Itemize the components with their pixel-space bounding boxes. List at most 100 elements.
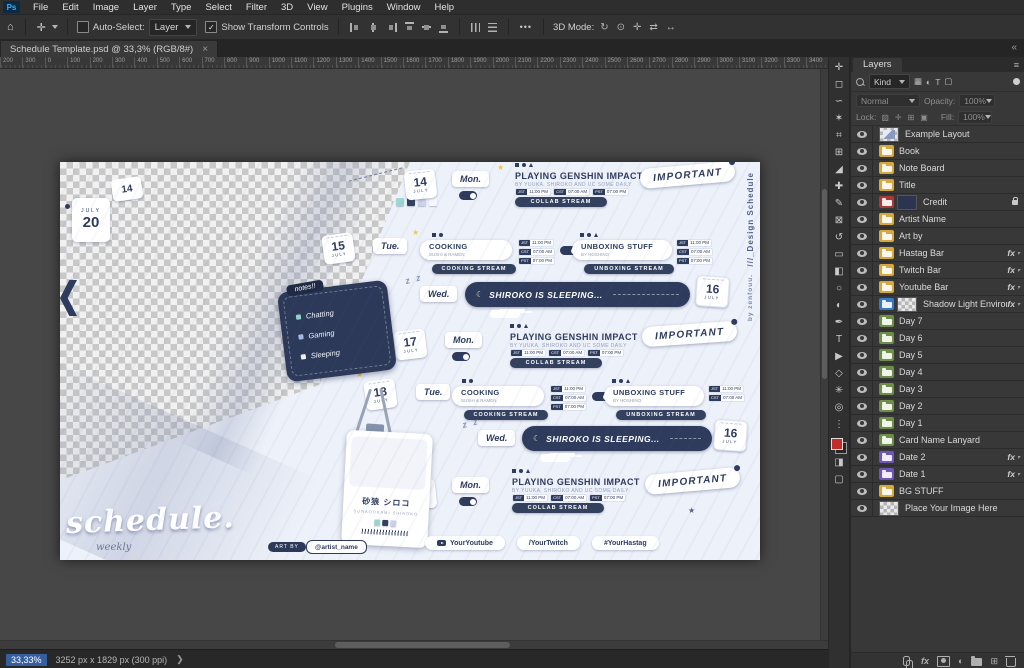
screen-mode-icon[interactable]: ▢: [829, 471, 849, 488]
menu-image[interactable]: Image: [86, 2, 126, 13]
panel-menu-icon[interactable]: ≡: [1014, 60, 1019, 70]
more-align-options-icon[interactable]: •••: [518, 22, 534, 32]
lock-pixels-icon[interactable]: ✛: [894, 113, 903, 122]
layer-thumbnail[interactable]: [897, 194, 917, 210]
align-right-icon[interactable]: [386, 22, 397, 32]
opacity-value[interactable]: 100%: [959, 94, 996, 107]
visibility-eye-icon[interactable]: [851, 415, 873, 431]
align-top-icon[interactable]: [404, 21, 414, 33]
show-transform-option[interactable]: ✓ Show Transform Controls: [205, 21, 329, 33]
layer-thumbnail[interactable]: [897, 296, 917, 312]
menu-window[interactable]: Window: [380, 2, 428, 13]
layer-row[interactable]: Day 6: [851, 330, 1024, 347]
filter-adjustment-icon[interactable]: ◐: [926, 77, 931, 87]
layer-thumbnail[interactable]: [879, 126, 899, 142]
blur-tool-icon[interactable]: ○: [829, 280, 849, 297]
layer-row[interactable]: Example Layout: [851, 126, 1024, 143]
edit-toolbar-icon[interactable]: ⋮: [829, 416, 849, 433]
collapse-dock-icon[interactable]: «: [1011, 42, 1017, 53]
menu-plugins[interactable]: Plugins: [335, 2, 380, 13]
visibility-eye-icon[interactable]: [851, 313, 873, 329]
dodge-tool-icon[interactable]: ◐: [829, 297, 849, 314]
eraser-tool-icon[interactable]: ▭: [829, 246, 849, 263]
delete-layer-icon[interactable]: [1005, 655, 1016, 667]
blend-mode-dropdown[interactable]: Normal: [856, 94, 920, 107]
clone-stamp-tool-icon[interactable]: ⊠: [829, 212, 849, 229]
horizontal-ruler[interactable]: 200 300 0 100 200 300 400 500 600 700 800 900 1000 11…: [0, 57, 828, 69]
visibility-eye-icon[interactable]: [851, 432, 873, 448]
horizontal-scrollbar[interactable]: [0, 640, 828, 649]
layer-effects-badge[interactable]: fx ▾: [1007, 248, 1020, 258]
visibility-eye-icon[interactable]: [851, 398, 873, 414]
auto-select-option[interactable]: Auto-Select:: [76, 21, 145, 33]
visibility-eye-icon[interactable]: [851, 228, 873, 244]
layer-row[interactable]: Place Your Image Here: [851, 500, 1024, 517]
hand-tool-icon[interactable]: ✳: [829, 382, 849, 399]
layer-effects-badge[interactable]: fx ▾: [1007, 282, 1020, 292]
auto-select-target-dropdown[interactable]: Layer: [148, 18, 198, 36]
new-group-icon[interactable]: [971, 656, 983, 666]
layer-row[interactable]: Art by: [851, 228, 1024, 245]
layer-row[interactable]: Shadow Light Environmentfx▾: [851, 296, 1024, 313]
distribute-vertical-icon[interactable]: [487, 22, 497, 32]
visibility-eye-icon[interactable]: [851, 483, 873, 499]
visibility-eye-icon[interactable]: [851, 194, 873, 210]
eyedropper-tool-icon[interactable]: ◢: [829, 161, 849, 178]
visibility-eye-icon[interactable]: [851, 296, 873, 312]
layer-row[interactable]: Hastag Bar fx ▾: [851, 245, 1024, 262]
3d-scale-icon[interactable]: ↔: [664, 22, 678, 33]
menu-edit[interactable]: Edit: [55, 2, 85, 13]
move-tool-icon[interactable]: ✛: [829, 59, 849, 76]
color-swatches[interactable]: [831, 438, 847, 454]
menu-layer[interactable]: Layer: [126, 2, 164, 13]
fill-value[interactable]: 100%: [958, 110, 993, 124]
visibility-eye-icon[interactable]: [851, 330, 873, 346]
add-layer-mask-icon[interactable]: [937, 655, 951, 667]
visibility-eye-icon[interactable]: [851, 211, 873, 227]
visibility-eye-icon[interactable]: [851, 279, 873, 295]
layer-row[interactable]: Artist Name: [851, 211, 1024, 228]
visibility-eye-icon[interactable]: [851, 262, 873, 278]
filter-toggle-icon[interactable]: [1013, 78, 1020, 85]
layer-row[interactable]: Title: [851, 177, 1024, 194]
lock-all-icon[interactable]: ▣: [919, 113, 929, 122]
filter-pixel-icon[interactable]: ▦: [914, 76, 922, 87]
foreground-color-swatch[interactable]: [831, 438, 843, 450]
zoom-tool-icon[interactable]: ◎: [829, 399, 849, 416]
visibility-eye-icon[interactable]: [851, 143, 873, 159]
filter-kind-dropdown[interactable]: Kind: [869, 74, 911, 89]
filter-type-icon[interactable]: T: [935, 77, 940, 87]
layer-effects-badge[interactable]: fx ▾: [1007, 265, 1020, 275]
layer-row[interactable]: Card Name Lanyard: [851, 432, 1024, 449]
visibility-eye-icon[interactable]: [851, 466, 873, 482]
distribute-horizontal-icon[interactable]: [470, 22, 480, 32]
crop-tool-icon[interactable]: ⌗: [829, 127, 849, 144]
pen-tool-icon[interactable]: ✒: [829, 314, 849, 331]
align-vertical-center-icon[interactable]: [421, 22, 431, 32]
visibility-eye-icon[interactable]: [851, 364, 873, 380]
layer-row[interactable]: Day 2: [851, 398, 1024, 415]
quick-mask-icon[interactable]: ◨: [829, 454, 849, 471]
lock-transparency-icon[interactable]: ▨: [880, 113, 890, 122]
document-canvas[interactable]: 14 JULY 20 14 JULY Mon. ★ PLAYING GENSHI…: [60, 162, 760, 560]
auto-select-checkbox[interactable]: [76, 21, 89, 33]
path-selection-tool-icon[interactable]: ▶: [829, 348, 849, 365]
gradient-tool-icon[interactable]: ◧: [829, 263, 849, 280]
visibility-eye-icon[interactable]: [851, 177, 873, 193]
layer-row[interactable]: BG STUFF: [851, 483, 1024, 500]
menu-view[interactable]: View: [300, 2, 334, 13]
frame-tool-icon[interactable]: ⊞: [829, 144, 849, 161]
new-layer-icon[interactable]: ⊞: [990, 656, 998, 667]
layer-row[interactable]: Day 3: [851, 381, 1024, 398]
filter-shape-icon[interactable]: ▢: [944, 76, 952, 87]
visibility-eye-icon[interactable]: [851, 500, 873, 516]
layer-row[interactable]: Day 1: [851, 415, 1024, 432]
document-tab[interactable]: Schedule Template.psd @ 33,3% (RGB/8#) ×: [1, 41, 219, 57]
home-icon[interactable]: ⌂: [5, 21, 16, 33]
lasso-tool-icon[interactable]: ∽: [829, 93, 849, 110]
vertical-scroll-thumb[interactable]: [822, 189, 827, 379]
menu-help[interactable]: Help: [428, 2, 462, 13]
menu-select[interactable]: Select: [198, 2, 238, 13]
vertical-scrollbar[interactable]: [820, 69, 828, 640]
menu-filter[interactable]: Filter: [239, 2, 274, 13]
